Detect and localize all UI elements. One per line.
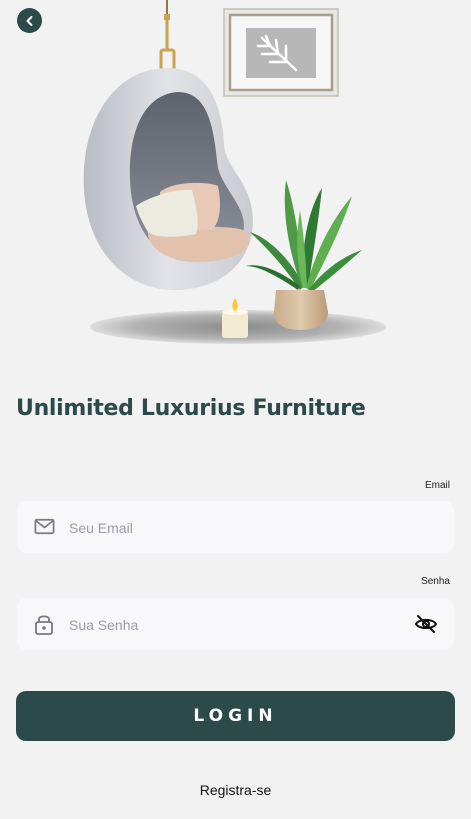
page-title: Unlimited Luxurius Furniture: [16, 396, 366, 421]
email-label: Email: [424, 480, 450, 491]
mail-icon: [34, 518, 55, 535]
lock-icon: [35, 615, 53, 635]
candle: [222, 298, 248, 338]
login-button[interactable]: LOGIN: [16, 691, 455, 741]
eye-off-icon[interactable]: [414, 612, 438, 636]
potted-plant: [246, 180, 362, 330]
hero-illustration: [83, 0, 386, 344]
password-input[interactable]: [67, 598, 391, 652]
password-field[interactable]: [17, 598, 454, 652]
register-link[interactable]: Registra-se: [0, 782, 471, 798]
picture-frame: [223, 8, 339, 97]
email-field[interactable]: [17, 501, 454, 555]
password-label: Senha: [421, 576, 450, 587]
email-input[interactable]: [67, 501, 391, 555]
egg-chair: [83, 68, 253, 291]
